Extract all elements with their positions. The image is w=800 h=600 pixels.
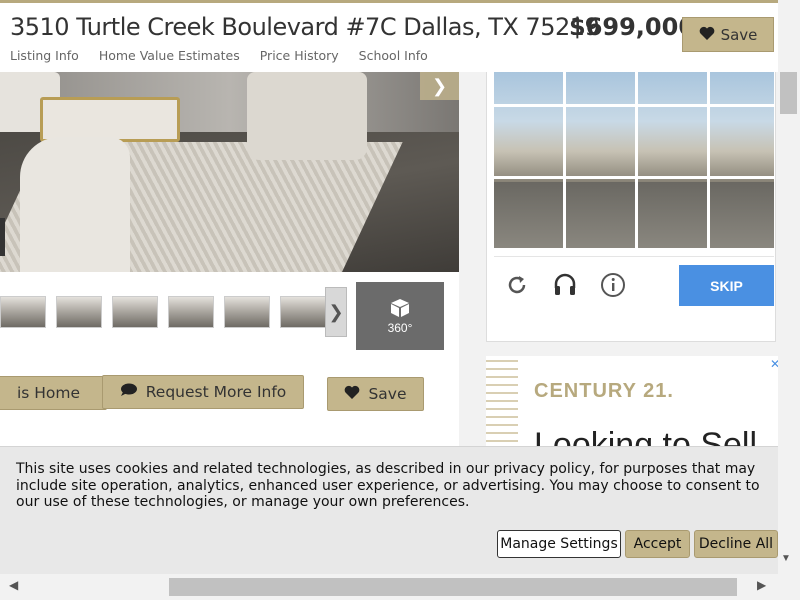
request-more-info-label: Request More Info [145,383,287,401]
save-label: Save [368,385,407,403]
decline-all-button[interactable]: Decline All [694,530,778,558]
thumbnail[interactable] [224,296,270,328]
thumbnail[interactable] [0,296,46,328]
info-icon[interactable] [598,270,628,300]
thumbnail[interactable] [280,296,326,328]
listing-subnav: Listing Info Home Value Estimates Price … [10,48,428,63]
header-save-label: Save [720,25,758,44]
request-more-info-button[interactable]: Request More Info [102,375,304,409]
thumbnail-next-icon[interactable]: ❯ [325,287,347,337]
heart-icon [344,385,360,403]
photo-next-arrow-icon[interactable]: ❯ [420,72,459,100]
tour-home-button[interactable]: is Home [0,376,107,410]
listing-header: 3510 Turtle Creek Boulevard #7C Dallas, … [0,0,778,72]
thumbnail[interactable] [56,296,102,328]
refresh-icon[interactable] [502,270,532,300]
header-save-button[interactable]: Save [682,17,774,52]
main-listing-photo[interactable] [0,72,459,272]
heart-icon [699,26,715,44]
view-360-label: 360° [387,320,413,335]
nav-price-history[interactable]: Price History [260,48,339,63]
cube-icon [389,298,411,321]
thumbnail[interactable] [168,296,214,328]
ad-brand: CENTURY 21. [534,380,674,402]
headphones-icon[interactable] [550,270,580,300]
nav-home-value-estimates[interactable]: Home Value Estimates [99,48,240,63]
thumbnail-strip [0,296,326,328]
view-360-button[interactable]: 360° [356,282,444,350]
scroll-right-arrow-icon[interactable]: ▶ [757,578,766,592]
scroll-down-arrow-icon[interactable]: ▼ [781,553,791,564]
chat-bubble-icon [120,383,138,401]
scroll-left-arrow-icon[interactable]: ◀ [9,578,18,592]
horizontal-scrollbar-thumb[interactable] [169,578,737,596]
accept-cookies-button[interactable]: Accept [625,530,690,558]
manage-settings-button[interactable]: Manage Settings [497,530,621,558]
captcha-image-grid[interactable] [494,72,774,248]
vertical-scrollbar-thumb[interactable] [780,72,797,114]
advertisement[interactable]: CENTURY 21. Looking to Sell [486,356,778,448]
save-button[interactable]: Save [327,377,424,411]
captcha-skip-button[interactable]: SKIP [679,265,774,306]
photo-prev-handle[interactable] [0,218,5,256]
listing-address: 3510 Turtle Creek Boulevard #7C Dallas, … [10,13,600,41]
thumbnail[interactable] [112,296,158,328]
nav-listing-info[interactable]: Listing Info [10,48,79,63]
tour-home-label: is Home [16,384,81,402]
page: 3510 Turtle Creek Boulevard #7C Dallas, … [0,0,800,600]
nav-school-info[interactable]: School Info [359,48,428,63]
ad-headline: Looking to Sell [534,426,758,448]
cookie-banner-text: This site uses cookies and related techn… [16,461,760,510]
listing-price: $699,000 [569,13,696,41]
